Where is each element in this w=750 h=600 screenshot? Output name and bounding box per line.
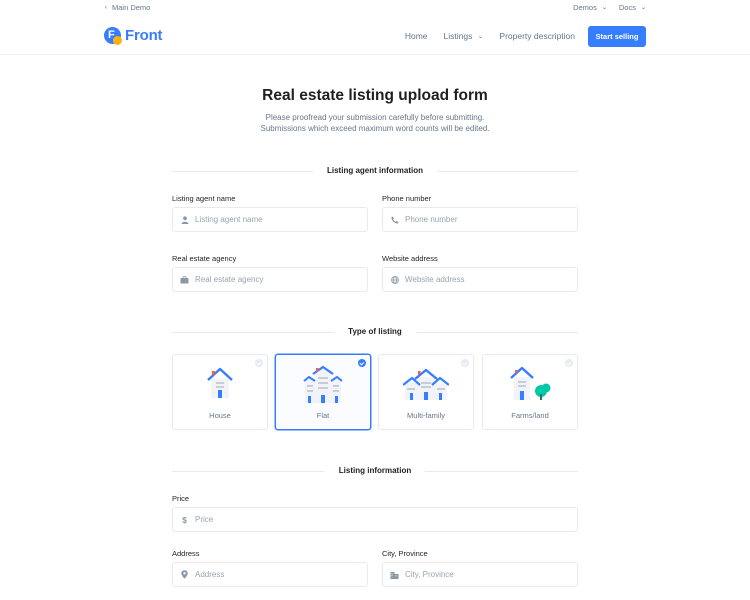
website-field[interactable]: Website address	[382, 267, 578, 292]
address-placeholder: Address	[195, 570, 225, 579]
docs-label: Docs	[618, 3, 636, 12]
farms-land-label: Farms/land	[511, 411, 549, 420]
section-divider-agent: Listing agent information	[172, 166, 578, 176]
main-navbar: F Front Home Listings ⌄ Property descrip…	[0, 18, 750, 55]
city-label: City, Province	[382, 549, 428, 558]
demos-label: Demos	[573, 3, 597, 12]
check-icon	[565, 359, 573, 367]
agent-name-field[interactable]: Listing agent name	[172, 207, 368, 232]
listing-type-multi-family[interactable]: Multi-family	[378, 354, 474, 430]
top-bar: ‹ Main Demo Demos ⌄ Docs ⌄	[0, 0, 750, 18]
docs-dropdown[interactable]: Docs ⌄	[618, 3, 647, 12]
main-demo-label: Main Demo	[112, 3, 151, 12]
multi-family-label: Multi-family	[407, 411, 445, 420]
flat-building-icon	[303, 365, 343, 403]
price-label: Price	[172, 494, 190, 503]
chevron-down-icon: ⌄	[640, 5, 647, 11]
phone-placeholder: Phone number	[405, 215, 458, 224]
phone-field[interactable]: Phone number	[382, 207, 578, 232]
section-title-listing: Listing information	[324, 466, 426, 475]
agency-field[interactable]: Real estate agency	[172, 267, 368, 292]
building-icon	[390, 570, 399, 579]
agency-label: Real estate agency	[172, 254, 237, 263]
listing-type-farms-land[interactable]: Farms/land	[482, 354, 578, 430]
multi-family-icon	[403, 368, 449, 400]
check-icon	[358, 359, 366, 367]
page-subtitle-line1: Please proofread your submission careful…	[265, 113, 485, 122]
city-placeholder: City, Province	[405, 570, 454, 579]
house-icon	[207, 367, 233, 398]
logo[interactable]: F Front	[104, 27, 163, 45]
listing-type-house[interactable]: House	[172, 354, 268, 430]
address-label: Address	[172, 549, 200, 558]
house-label: House	[209, 411, 231, 420]
logo-icon: F	[104, 27, 122, 45]
page-subtitle-line2: Submissions which exceed maximum word co…	[260, 124, 490, 133]
city-field[interactable]: City, Province	[382, 562, 578, 587]
section-title-agent: Listing agent information	[313, 166, 437, 175]
phone-icon	[390, 215, 399, 224]
agent-name-placeholder: Listing agent name	[195, 215, 263, 224]
flat-label: Flat	[316, 411, 330, 420]
user-icon	[180, 215, 189, 224]
website-label: Website address	[382, 254, 438, 263]
nav-home[interactable]: Home	[405, 31, 428, 41]
globe-icon	[390, 275, 399, 284]
price-placeholder: Price	[195, 515, 214, 524]
section-title-type: Type of listing	[334, 327, 416, 336]
listing-type-flat[interactable]: Flat	[275, 354, 371, 430]
check-icon	[461, 359, 469, 367]
agent-name-label: Listing agent name	[172, 194, 236, 203]
check-icon	[255, 359, 263, 367]
start-selling-button[interactable]: Start selling	[588, 26, 646, 47]
chevron-down-icon: ⌄	[601, 5, 608, 11]
nav-property-description[interactable]: Property description	[499, 31, 575, 41]
nav-listings[interactable]: Listings ⌄	[444, 31, 484, 41]
section-divider-type: Type of listing	[172, 327, 578, 337]
agency-placeholder: Real estate agency	[195, 275, 264, 284]
chevron-left-icon: ‹	[104, 4, 108, 11]
main-demo-link[interactable]: ‹ Main Demo	[104, 3, 151, 12]
dollar-icon: $	[182, 514, 187, 525]
demos-dropdown[interactable]: Demos ⌄	[573, 3, 607, 12]
address-field[interactable]: Address	[172, 562, 368, 587]
chevron-down-icon: ⌄	[477, 33, 484, 40]
website-placeholder: Website address	[405, 275, 465, 284]
section-divider-listing: Listing information	[172, 466, 578, 476]
farm-icon	[510, 366, 551, 400]
page-title: Real estate listing upload form	[262, 87, 488, 104]
briefcase-icon	[180, 275, 189, 284]
price-field[interactable]: $ Price	[172, 507, 578, 532]
map-pin-icon	[180, 570, 189, 579]
logo-text: Front	[125, 27, 163, 44]
phone-label: Phone number	[382, 194, 432, 203]
